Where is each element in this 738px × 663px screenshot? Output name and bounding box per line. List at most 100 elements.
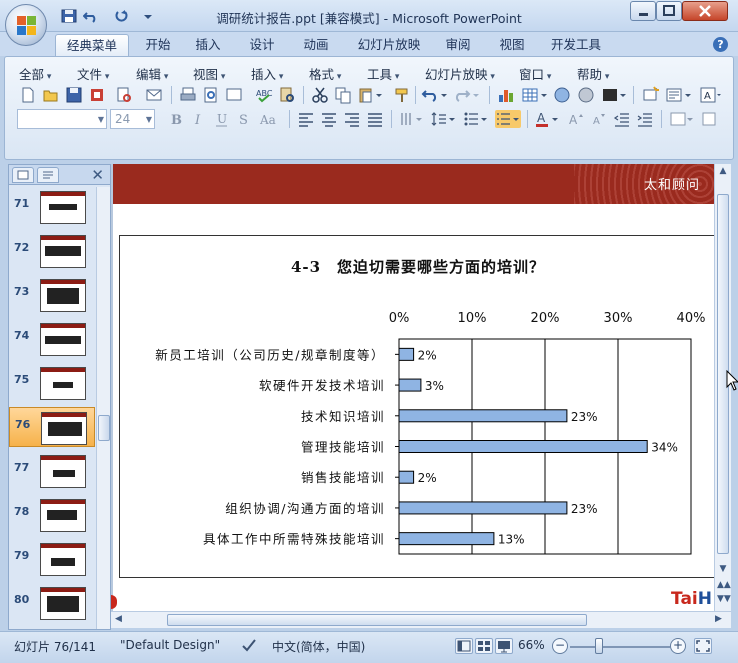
office-button[interactable] — [5, 4, 47, 46]
font-name-combo[interactable]: ▼ — [17, 109, 107, 129]
zoom-in-icon[interactable]: + — [670, 638, 686, 654]
bar[interactable] — [398, 347, 415, 361]
redo-button[interactable] — [453, 86, 481, 104]
horizontal-scrollbar[interactable]: ◀ ▶ — [111, 611, 731, 628]
zoom-slider[interactable] — [570, 646, 670, 648]
cut-icon[interactable] — [311, 86, 329, 104]
close-button[interactable] — [682, 1, 728, 21]
underline-icon[interactable]: U — [213, 110, 231, 128]
thumbnail-slide[interactable]: 78 — [9, 495, 95, 535]
horizontal-scroll-thumb[interactable] — [167, 614, 587, 626]
menu-slideshow[interactable]: 幻灯片放映 — [425, 64, 495, 83]
tab-review[interactable]: 审阅 — [436, 34, 480, 56]
tab-design[interactable]: 设计 — [240, 34, 284, 56]
previous-slide-icon[interactable]: ▲▲ — [717, 580, 731, 590]
research-icon[interactable] — [278, 86, 296, 104]
tab-insert[interactable]: 插入 — [186, 34, 230, 56]
menu-view[interactable]: 视图 — [193, 64, 225, 83]
normal-view-icon[interactable] — [455, 638, 473, 654]
close-pane-icon[interactable]: ✕ — [91, 166, 104, 184]
language-status[interactable]: 中文(简体，中国) — [272, 638, 365, 655]
chart-icon[interactable] — [497, 86, 515, 104]
spelling-status-icon[interactable] — [240, 636, 258, 657]
menu-window[interactable]: 窗口 — [519, 64, 551, 83]
minimize-button[interactable] — [630, 1, 656, 21]
outline-tab-icon[interactable] — [37, 167, 59, 183]
chart-frame[interactable]: 4-3 您迫切需要哪些方面的培训？ 0% 10% 20% 30% 40% 新员工培训（公司… — [119, 235, 715, 578]
numbering-icon[interactable] — [495, 110, 521, 128]
undo-button[interactable] — [421, 86, 449, 104]
scroll-down-icon[interactable]: ▼ — [717, 564, 729, 574]
open-icon[interactable] — [42, 86, 60, 104]
zoom-out-icon[interactable]: − — [552, 638, 568, 654]
font-color-icon[interactable]: A — [535, 110, 561, 128]
help-icon[interactable]: ? — [713, 37, 728, 52]
tab-home[interactable]: 开始 — [136, 34, 180, 56]
thumbnail-slide[interactable]: 75 — [9, 363, 95, 403]
slide-design-icon[interactable] — [669, 110, 695, 128]
pane-scrollbar[interactable] — [96, 187, 110, 629]
next-slide-icon[interactable]: ▼▼ — [717, 594, 731, 604]
thumbnail-slide[interactable]: 80 — [9, 583, 95, 623]
permission-icon[interactable] — [88, 86, 106, 104]
shrink-font-icon[interactable]: A — [590, 110, 608, 128]
tab-developer[interactable]: 开发工具 — [545, 34, 607, 56]
paste-icon[interactable] — [357, 86, 383, 104]
align-right-icon[interactable] — [343, 110, 361, 128]
preview-icon[interactable] — [202, 86, 220, 104]
spelling-icon[interactable]: ABC — [255, 86, 273, 104]
bar[interactable] — [398, 470, 415, 484]
thumbnail-slide[interactable]: 74 — [9, 319, 95, 359]
shadow-icon[interactable]: S — [236, 110, 254, 128]
zoom-slider-knob[interactable] — [595, 638, 603, 654]
bar[interactable] — [398, 378, 422, 392]
line-spacing-icon[interactable] — [431, 110, 457, 128]
more-tools-icon[interactable] — [701, 110, 723, 128]
bar[interactable] — [398, 409, 568, 423]
thumbnail-slide[interactable]: 79 — [9, 539, 95, 579]
grayscale-icon[interactable] — [577, 86, 595, 104]
bar[interactable] — [398, 440, 648, 453]
print-icon[interactable] — [179, 86, 197, 104]
copy-icon[interactable] — [334, 86, 352, 104]
email-icon[interactable] — [145, 86, 163, 104]
tab-view[interactable]: 视图 — [490, 34, 534, 56]
pane-scroll-thumb[interactable] — [98, 415, 110, 441]
new-icon[interactable] — [19, 86, 37, 104]
globe-icon[interactable] — [553, 86, 571, 104]
table-icon[interactable] — [521, 86, 549, 104]
bullets-icon[interactable] — [463, 110, 489, 128]
justify-icon[interactable] — [366, 110, 384, 128]
bold-icon[interactable]: B — [167, 110, 185, 128]
menu-help[interactable]: 帮助 — [577, 64, 609, 83]
zoom-level[interactable]: 66% — [518, 638, 545, 652]
scroll-right-icon[interactable]: ▶ — [715, 614, 722, 624]
tab-slideshow[interactable]: 幻灯片放映 — [352, 34, 426, 56]
format-painter-icon[interactable] — [393, 86, 411, 104]
print-preview-icon[interactable] — [115, 86, 133, 104]
tab-animations[interactable]: 动画 — [294, 34, 338, 56]
save-doc-icon[interactable] — [65, 86, 83, 104]
text-box-icon[interactable]: A — [699, 86, 723, 104]
bar[interactable] — [398, 532, 495, 546]
color-view-icon[interactable] — [601, 86, 627, 104]
menu-edit[interactable]: 编辑 — [136, 64, 168, 83]
thumbnail-slide[interactable]: 71 — [9, 187, 95, 227]
decrease-indent-icon[interactable] — [613, 110, 631, 128]
menu-all[interactable]: 全部 — [19, 64, 51, 83]
fit-to-window-icon[interactable] — [694, 638, 712, 654]
menu-insert[interactable]: 插入 — [251, 64, 283, 83]
menu-tools[interactable]: 工具 — [367, 64, 399, 83]
slideshow-view-icon[interactable] — [495, 638, 513, 654]
bar[interactable] — [398, 501, 568, 515]
grow-font-icon[interactable]: A — [567, 110, 585, 128]
new-slide-icon[interactable] — [641, 86, 659, 104]
text-direction-icon[interactable] — [399, 110, 425, 128]
align-left-icon[interactable] — [297, 110, 315, 128]
menu-file[interactable]: 文件 — [77, 64, 109, 83]
tab-classic-menu[interactable]: 经典菜单 — [55, 34, 129, 56]
italic-icon[interactable]: I — [190, 110, 208, 128]
slides-tab-icon[interactable] — [12, 167, 34, 183]
increase-indent-icon[interactable] — [636, 110, 654, 128]
font-size-combo[interactable]: 24 ▼ — [110, 109, 155, 129]
